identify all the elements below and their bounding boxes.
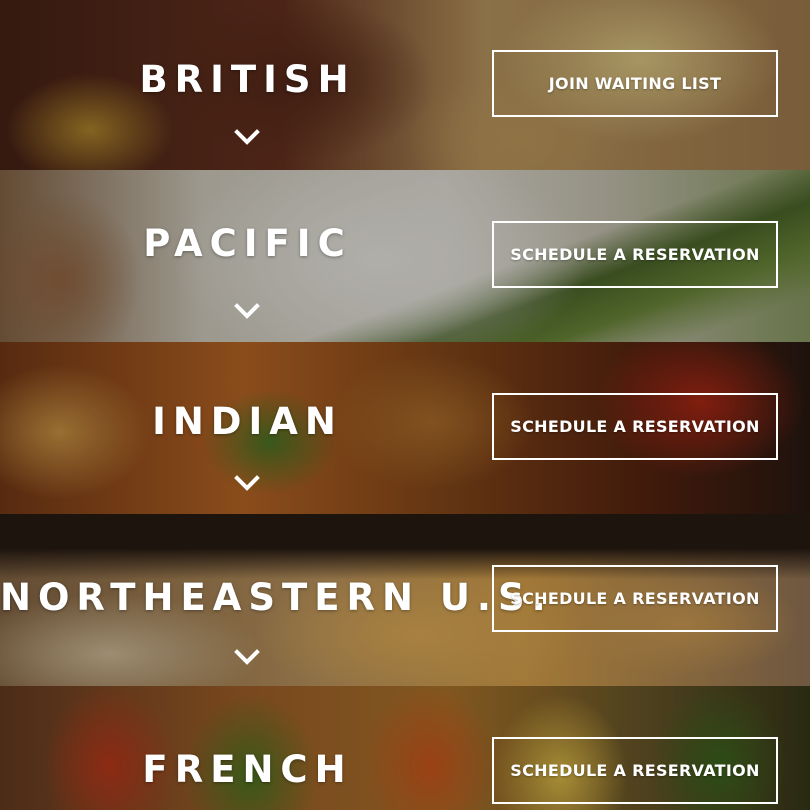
- schedule-reservation-button[interactable]: SCHEDULE A RESERVATION: [492, 737, 778, 804]
- chevron-down-icon[interactable]: [234, 474, 260, 492]
- cuisine-title: INDIAN: [152, 400, 343, 443]
- schedule-reservation-button[interactable]: SCHEDULE A RESERVATION: [492, 393, 778, 460]
- chevron-down-icon[interactable]: [234, 648, 260, 666]
- cuisine-title: PACIFIC: [143, 222, 352, 265]
- cuisine-title: BRITISH: [139, 58, 356, 101]
- cuisine-list: BRITISH JOIN WAITING LIST PACIFIC SCHEDU…: [0, 0, 810, 810]
- cuisine-title: NORTHEASTERN U.S.: [0, 576, 553, 619]
- chevron-down-icon[interactable]: [234, 128, 260, 146]
- cuisine-row-northeastern-us: NORTHEASTERN U.S. SCHEDULE A RESERVATION: [0, 514, 810, 686]
- schedule-reservation-button[interactable]: SCHEDULE A RESERVATION: [492, 565, 778, 632]
- join-waiting-list-button[interactable]: JOIN WAITING LIST: [492, 50, 778, 117]
- cuisine-row-british: BRITISH JOIN WAITING LIST: [0, 0, 810, 172]
- cuisine-title: FRENCH: [142, 748, 353, 791]
- cuisine-row-indian: INDIAN SCHEDULE A RESERVATION: [0, 342, 810, 514]
- cuisine-row-pacific: PACIFIC SCHEDULE A RESERVATION: [0, 170, 810, 342]
- cuisine-row-french: FRENCH SCHEDULE A RESERVATION: [0, 686, 810, 810]
- schedule-reservation-button[interactable]: SCHEDULE A RESERVATION: [492, 221, 778, 288]
- chevron-down-icon[interactable]: [234, 302, 260, 320]
